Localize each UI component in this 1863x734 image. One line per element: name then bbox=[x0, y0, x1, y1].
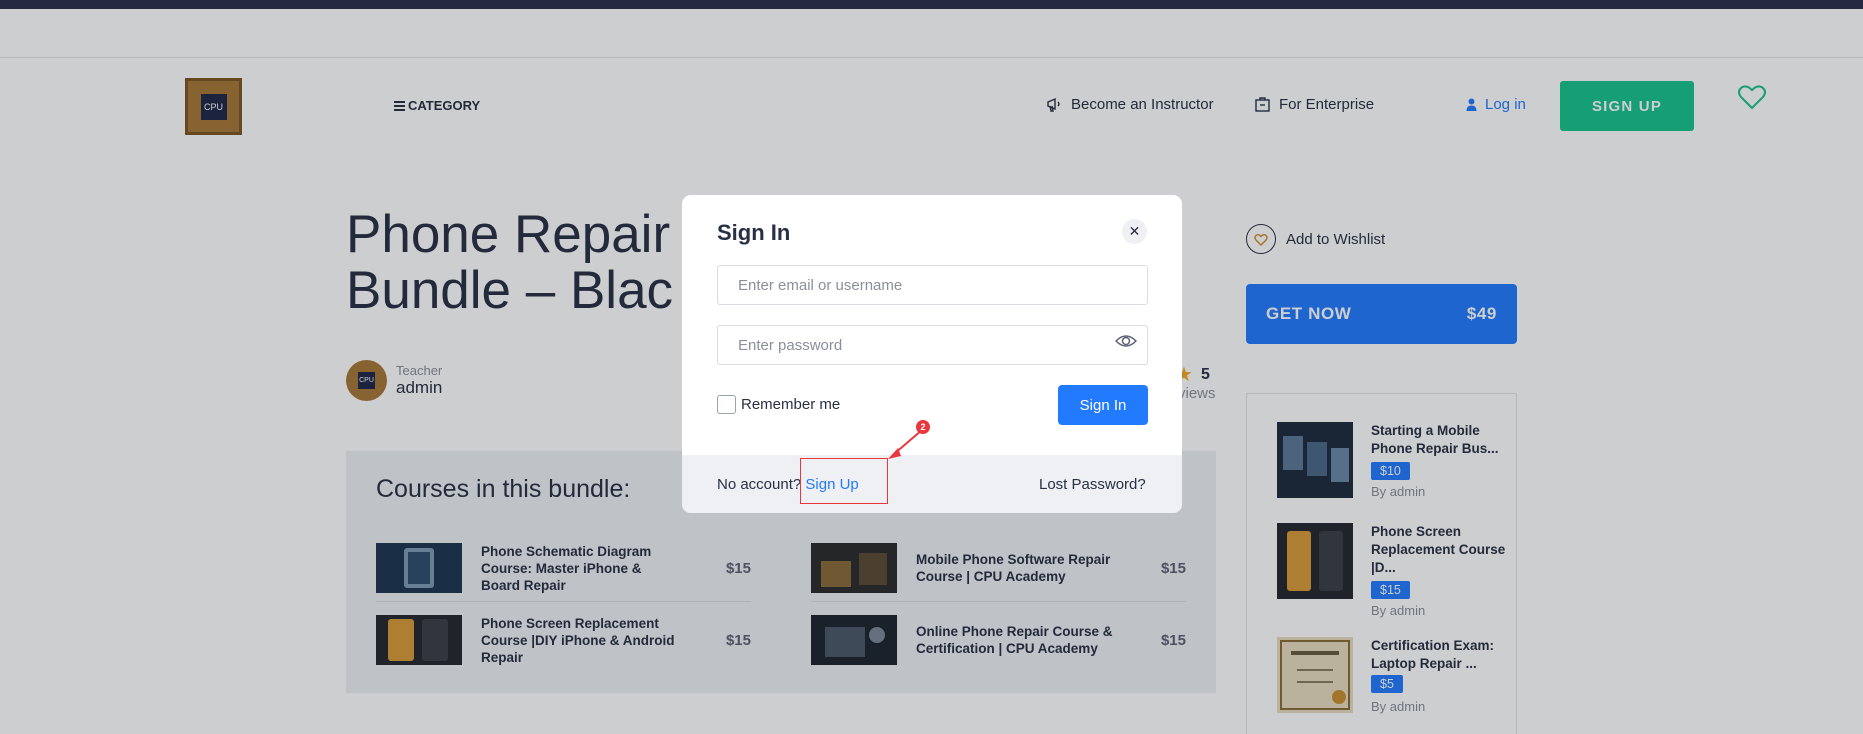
close-icon[interactable]: ✕ bbox=[1122, 219, 1147, 244]
modal-title: Sign In bbox=[717, 220, 791, 245]
checkbox-box[interactable] bbox=[717, 395, 736, 414]
modal-footer: No account? Sign Up Lost Password? bbox=[682, 455, 1182, 513]
lost-password-link[interactable]: Lost Password? bbox=[1039, 476, 1146, 493]
annotation-highlight-box bbox=[800, 458, 888, 504]
annotation-marker: 2 bbox=[916, 420, 930, 434]
email-username-input[interactable] bbox=[717, 265, 1148, 305]
no-account-label: No account? bbox=[717, 476, 802, 493]
sign-in-button[interactable]: Sign In bbox=[1058, 385, 1148, 425]
remember-me-checkbox[interactable]: Remember me bbox=[717, 395, 840, 414]
show-password-eye-icon[interactable] bbox=[1115, 333, 1137, 349]
sign-in-modal: Sign In ✕ Remember me Sign In No account… bbox=[682, 195, 1182, 513]
password-input[interactable] bbox=[717, 325, 1148, 365]
remember-me-label: Remember me bbox=[741, 396, 841, 413]
